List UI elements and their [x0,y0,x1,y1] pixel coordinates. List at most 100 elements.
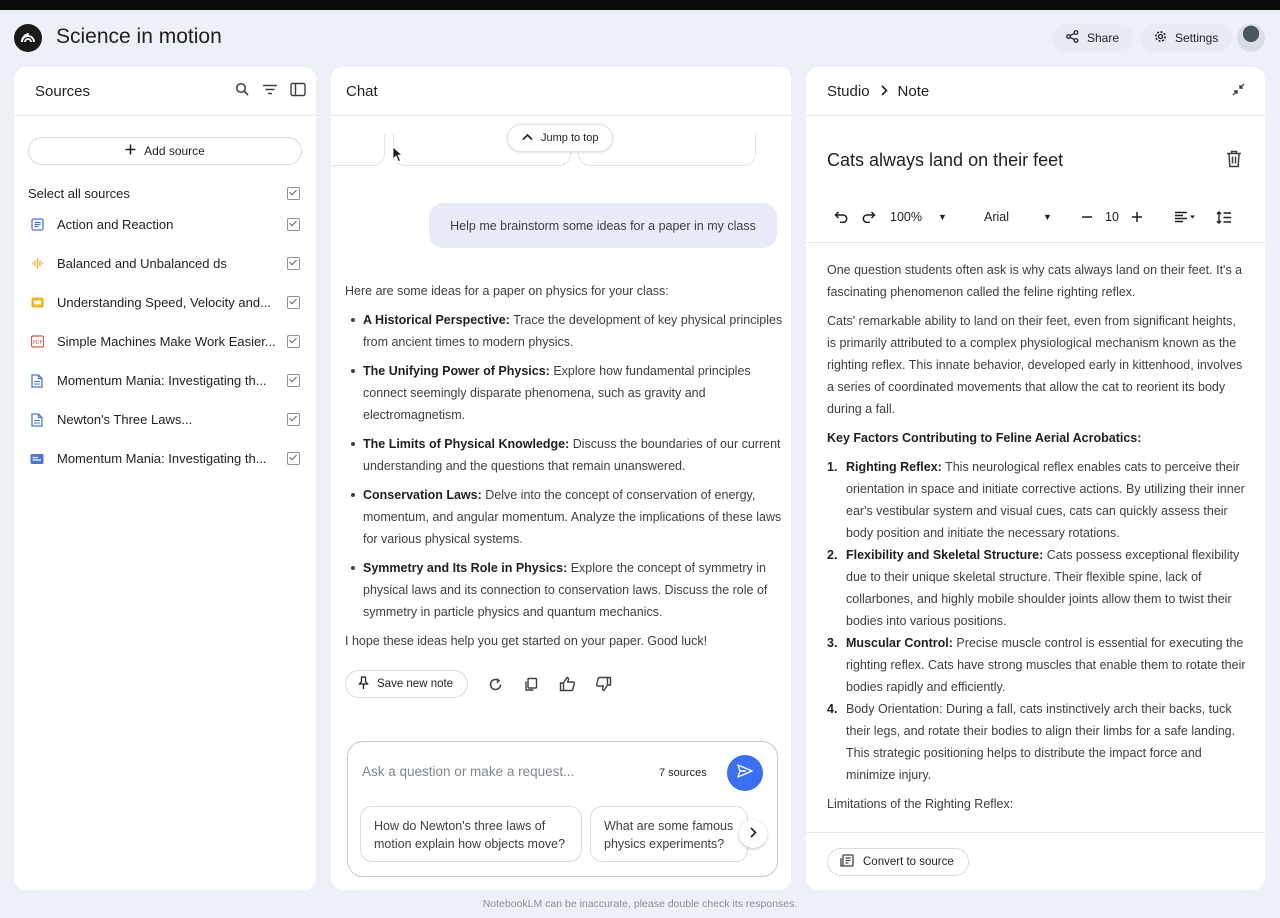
notebook-title[interactable]: Science in motion [56,25,222,49]
response-bullet: The Unifying Power of Physics: Explore h… [345,360,785,426]
source-checkbox[interactable] [287,374,300,387]
source-item-label: Momentum Mania: Investigating th... [57,373,267,388]
factor-text: Body Orientation: During a fall, cats in… [846,702,1236,782]
thumbs-down-icon[interactable] [594,675,612,693]
mouse-cursor-icon [392,146,404,163]
footer-disclaimer: NotebookLM can be inaccurate, please dou… [482,898,798,910]
chat-header: Chat [331,67,791,116]
factor-number: 4. [827,702,838,716]
studio-header: Studio Note [806,67,1265,116]
plus-icon [125,144,136,158]
factor-heading: Righting Reflex: [846,460,942,474]
zoom-select[interactable]: 100% ▼ [890,210,947,224]
save-new-note-label: Save new note [377,678,454,690]
line-spacing-icon[interactable] [1216,211,1232,224]
breadcrumb-studio[interactable]: Studio [827,83,870,100]
studio-footer: Convert to source [806,832,1265,890]
source-item-label: Action and Reaction [57,217,174,232]
source-item-label: Simple Machines Make Work Easier... [57,334,276,349]
response-bullet: The Limits of Physical Knowledge: Discus… [345,433,785,477]
settings-button[interactable]: Settings [1140,24,1233,52]
source-item-label: Newton's Three Laws... [57,412,193,427]
source-checkbox[interactable] [287,452,300,465]
svg-text:PDF: PDF [32,340,42,346]
source-item[interactable]: Momentum Mania: Investigating th... [14,439,316,478]
select-all-label: Select all sources [28,185,130,201]
search-icon[interactable] [235,82,250,101]
factor-list: 1. Righting Reflex: This neurological ref… [827,456,1247,786]
source-count: 7 sources [659,767,707,779]
font-value: Arial [984,210,1010,224]
factor-heading: Muscular Control: [846,636,953,650]
convert-to-source-button[interactable]: Convert to source [827,848,969,876]
note-key-heading: Key Factors Contributing to Feline Aeria… [827,431,1142,445]
trash-icon[interactable] [1226,150,1242,173]
chat-input[interactable] [362,764,642,779]
send-icon [737,763,753,783]
source-list: Action and Reaction Balanced and Unbalanc… [14,205,316,478]
source-checkbox[interactable] [287,218,300,231]
chat-composer: 7 sources How do Newton's three laws of … [347,741,778,877]
regenerate-icon[interactable] [486,675,504,693]
jump-to-top-button[interactable]: Jump to top [507,124,614,152]
source-item[interactable]: Action and Reaction [14,205,316,244]
suggestion-chip[interactable]: How do Newton's three laws of motion exp… [360,806,582,862]
chevron-up-icon [522,132,533,144]
collapse-icon[interactable] [1232,83,1245,100]
user-message-bubble: Help me brainstorm some ideas for a pape… [429,203,777,248]
slides-icon [30,296,44,310]
collapse-panel-icon[interactable] [290,82,306,101]
source-item[interactable]: PDF Simple Machines Make Work Easier... [14,322,316,361]
source-checkbox[interactable] [287,257,300,270]
thumbs-up-icon[interactable] [558,675,576,693]
note-body[interactable]: One question students often ask is why c… [827,259,1247,822]
notebooklm-logo-icon[interactable] [14,24,42,52]
bullet-heading: The Unifying Power of Physics: [363,364,550,378]
convert-to-source-label: Convert to source [863,856,954,868]
font-select[interactable]: Arial ▼ [984,210,1052,224]
suggestions-next-button[interactable] [739,820,767,848]
font-size-value[interactable]: 10 [1105,210,1119,224]
source-item[interactable]: Balanced and Unbalanced ds [14,244,316,283]
response-bullet: Conservation Laws: Delve into the concep… [345,484,785,550]
add-source-button[interactable]: Add source [28,137,302,165]
assistant-response: Here are some ideas for a paper on physi… [345,280,785,652]
source-checkbox[interactable] [287,335,300,348]
bullet-heading: A Historical Perspective: [363,313,510,327]
select-all-row[interactable]: Select all sources [14,181,316,205]
source-item[interactable]: Newton's Three Laws... [14,400,316,439]
factor-number: 2. [827,548,838,562]
undo-icon[interactable] [834,211,848,223]
share-icon [1066,30,1079,46]
select-all-checkbox[interactable] [287,186,300,200]
chevron-right-icon [749,825,757,843]
send-button[interactable] [727,755,763,791]
web-icon [30,452,44,466]
bullet-heading: The Limits of Physical Knowledge: [363,437,570,451]
avatar[interactable] [1237,24,1265,52]
note-title[interactable]: Cats always land on their feet [827,150,1063,171]
source-item[interactable]: Understanding Speed, Velocity and... [14,283,316,322]
factor-item: 1. Righting Reflex: This neurological ref… [827,456,1247,544]
redo-icon[interactable] [862,211,876,223]
jump-to-top-label: Jump to top [541,132,599,144]
suggestion-chip[interactable]: What are some famous physics experiments… [590,806,748,862]
share-button[interactable]: Share [1052,24,1134,52]
font-size-increase-button[interactable] [1131,211,1143,223]
source-item-label: Understanding Speed, Velocity and... [57,295,271,310]
source-checkbox[interactable] [287,296,300,309]
copy-icon[interactable] [522,675,540,693]
align-left-icon[interactable] [1174,211,1196,223]
source-item[interactable]: Momentum Mania: Investigating th... [14,361,316,400]
pdf-icon: PDF [30,335,44,349]
factor-item: 3. Muscular Control: Precise muscle contr… [827,632,1247,698]
save-new-note-button[interactable]: Save new note [345,670,469,698]
factor-number: 3. [827,636,838,650]
source-checkbox[interactable] [287,413,300,426]
font-size-decrease-button[interactable] [1081,211,1093,223]
sources-header: Sources [14,67,316,116]
factor-item: 2. Flexibility and Skeletal Structure: Ca… [827,544,1247,632]
user-message-text: Help me brainstorm some ideas for a pape… [450,218,756,233]
filter-icon[interactable] [262,82,278,101]
pin-icon [358,675,369,693]
